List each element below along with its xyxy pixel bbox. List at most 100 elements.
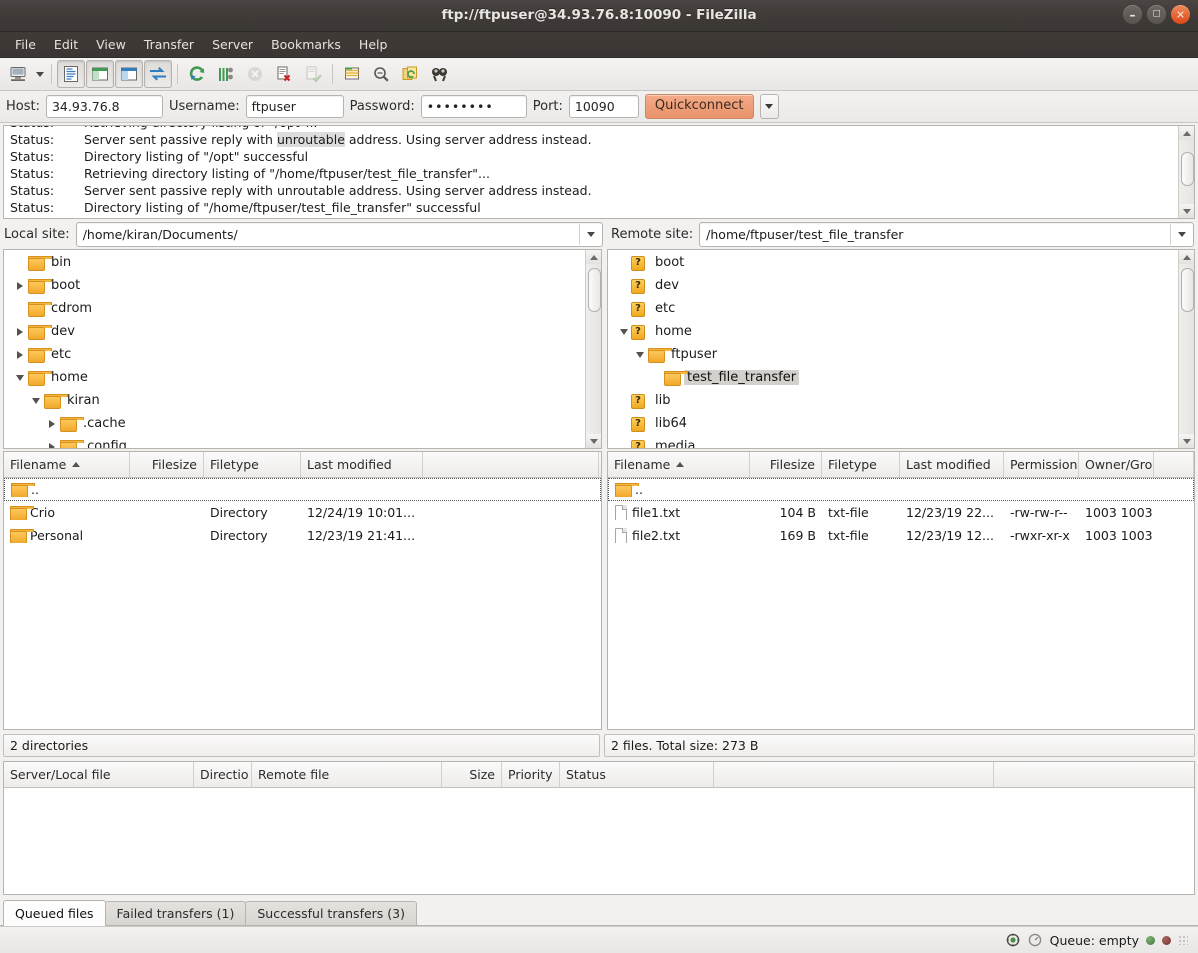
queue-column-header[interactable]: Status: [560, 762, 714, 787]
remote-column-header[interactable]: Owner/Gro: [1079, 452, 1154, 477]
local-column-header[interactable]: Filesize: [130, 452, 204, 477]
queue-column-header[interactable]: Directio: [194, 762, 252, 787]
tab-successful-transfers[interactable]: Successful transfers (3): [245, 901, 417, 925]
tree-expander-closed-icon[interactable]: [44, 419, 60, 428]
maximize-button[interactable]: ☐: [1147, 5, 1166, 24]
tree-item[interactable]: ? etc: [608, 297, 1178, 320]
tree-item[interactable]: ? lib: [608, 389, 1178, 412]
toggle-remote-tree-button[interactable]: [115, 60, 143, 88]
scroll-up-icon[interactable]: [586, 250, 601, 264]
scroll-up-icon[interactable]: [1179, 126, 1194, 140]
local-directory-tree[interactable]: bin boot cdrom dev etc home kiran .cache .config: [3, 249, 602, 449]
local-column-header[interactable]: Filename: [4, 452, 130, 477]
remote-tree-scrollbar[interactable]: [1178, 250, 1194, 448]
scroll-up-icon[interactable]: [1179, 250, 1194, 264]
local-site-dropdown[interactable]: [579, 223, 602, 245]
tree-item[interactable]: test_file_transfer: [608, 366, 1178, 389]
tree-expander-open-icon[interactable]: [12, 374, 28, 381]
tree-expander-open-icon[interactable]: [28, 397, 44, 404]
toggle-local-tree-button[interactable]: [86, 60, 114, 88]
remote-site-combo[interactable]: /home/ftpuser/test_file_transfer: [699, 221, 1194, 247]
remote-site-path[interactable]: /home/ftpuser/test_file_transfer: [700, 224, 1170, 245]
menu-item-help[interactable]: Help: [350, 35, 397, 54]
local-site-path[interactable]: /home/kiran/Documents/: [77, 224, 579, 245]
tree-item[interactable]: .cache: [4, 412, 585, 435]
queue-column-header[interactable]: [714, 762, 994, 787]
scrollbar-thumb[interactable]: [588, 268, 601, 312]
menu-item-bookmarks[interactable]: Bookmarks: [262, 35, 350, 54]
remote-file-list-header[interactable]: Filename Filesize Filetype Last modified Per…: [608, 452, 1194, 478]
message-log-scrollbar[interactable]: [1178, 126, 1194, 218]
tree-item[interactable]: ? lib64: [608, 412, 1178, 435]
tree-item[interactable]: ? media: [608, 435, 1178, 448]
menu-item-edit[interactable]: Edit: [45, 35, 87, 54]
username-input[interactable]: ftpuser: [245, 95, 344, 118]
local-column-header[interactable]: Filetype: [204, 452, 301, 477]
quickconnect-history-dropdown[interactable]: [759, 94, 779, 119]
remote-column-header[interactable]: Permission: [1004, 452, 1079, 477]
host-input[interactable]: 34.93.76.8: [45, 95, 163, 118]
local-file-list-header[interactable]: Filename Filesize Filetype Last modified: [4, 452, 601, 478]
tree-item[interactable]: ftpuser: [608, 343, 1178, 366]
remote-column-header[interactable]: Last modified: [900, 452, 1004, 477]
local-file-list[interactable]: Filename Filesize Filetype Last modified ..…: [3, 451, 602, 730]
close-button[interactable]: ✕: [1171, 5, 1190, 24]
menu-item-file[interactable]: File: [6, 35, 45, 54]
scrollbar-thumb[interactable]: [1181, 268, 1194, 312]
file-row[interactable]: ..: [4, 478, 601, 501]
queue-column-header[interactable]: Remote file: [252, 762, 442, 787]
file-row[interactable]: file1.txt 104 B txt-file 12/23/19 22... -rw-…: [608, 501, 1194, 524]
site-manager-button[interactable]: [4, 60, 32, 88]
file-row[interactable]: file2.txt 169 B txt-file 12/23/19 12... -rwx…: [608, 524, 1194, 547]
file-row[interactable]: Personal Directory 12/23/19 21:41...: [4, 524, 601, 547]
resize-grip[interactable]: [1178, 935, 1188, 945]
tree-expander-closed-icon[interactable]: [12, 350, 28, 359]
tree-item[interactable]: ? boot: [608, 251, 1178, 274]
menu-item-view[interactable]: View: [87, 35, 135, 54]
tree-item[interactable]: home: [4, 366, 585, 389]
menu-item-server[interactable]: Server: [203, 35, 262, 54]
tree-item[interactable]: etc: [4, 343, 585, 366]
tree-item[interactable]: kiran: [4, 389, 585, 412]
filter-button[interactable]: [338, 60, 366, 88]
local-tree-scrollbar[interactable]: [585, 250, 601, 448]
remote-column-header[interactable]: Filename: [608, 452, 750, 477]
scroll-down-icon[interactable]: [1179, 434, 1194, 448]
disconnect-button[interactable]: [270, 60, 298, 88]
tree-item[interactable]: ? dev: [608, 274, 1178, 297]
remote-column-header[interactable]: Filetype: [822, 452, 900, 477]
local-site-combo[interactable]: /home/kiran/Documents/: [75, 221, 603, 247]
process-queue-button[interactable]: [212, 60, 240, 88]
password-input[interactable]: ••••••••: [420, 95, 527, 118]
message-log-scroll[interactable]: Status: Retrieving directory listing of "…: [4, 126, 1178, 218]
remote-file-list[interactable]: Filename Filesize Filetype Last modified Per…: [607, 451, 1195, 730]
tree-item[interactable]: bin: [4, 251, 585, 274]
transfer-queue[interactable]: Server/Local file Directio Remote file Size…: [3, 761, 1195, 895]
file-row[interactable]: ..: [608, 478, 1194, 501]
remote-column-header[interactable]: [1154, 452, 1194, 477]
compare-button[interactable]: [367, 60, 395, 88]
find-files-button[interactable]: [425, 60, 453, 88]
tree-item[interactable]: cdrom: [4, 297, 585, 320]
local-column-header[interactable]: [423, 452, 599, 477]
toggle-transfer-queue-button[interactable]: [144, 60, 172, 88]
tree-item[interactable]: ? home: [608, 320, 1178, 343]
remote-file-list-body[interactable]: .. file1.txt 104 B txt-file 12/23/19 22... -r…: [608, 478, 1194, 729]
port-input[interactable]: 10090: [568, 95, 639, 118]
file-row[interactable]: Crio Directory 12/24/19 10:01...: [4, 501, 601, 524]
tree-item[interactable]: .config: [4, 435, 585, 448]
tree-item[interactable]: boot: [4, 274, 585, 297]
refresh-button[interactable]: [183, 60, 211, 88]
queue-column-header[interactable]: Priority: [502, 762, 560, 787]
menu-item-transfer[interactable]: Transfer: [135, 35, 203, 54]
site-manager-dropdown[interactable]: [33, 61, 46, 87]
toggle-message-log-button[interactable]: [57, 60, 85, 88]
minimize-button[interactable]: –: [1123, 5, 1142, 24]
tab-queued-files[interactable]: Queued files: [3, 900, 106, 926]
remote-column-header[interactable]: Filesize: [750, 452, 822, 477]
tree-expander-closed-icon[interactable]: [12, 327, 28, 336]
quickconnect-button[interactable]: Quickconnect: [644, 94, 754, 119]
tree-expander-closed-icon[interactable]: [12, 281, 28, 290]
scroll-down-icon[interactable]: [586, 434, 601, 448]
transfer-queue-body[interactable]: [4, 788, 1194, 894]
